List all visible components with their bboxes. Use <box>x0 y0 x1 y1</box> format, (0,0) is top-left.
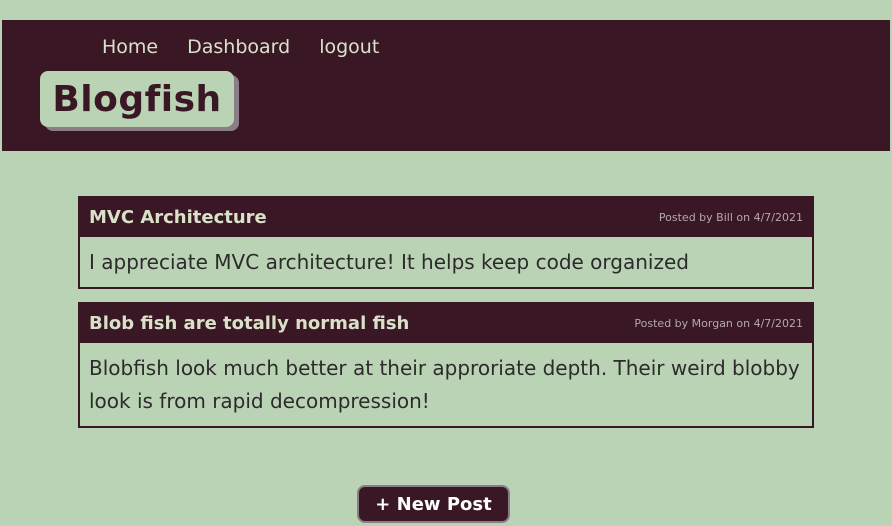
nav-dashboard-link[interactable]: Dashboard <box>187 34 290 60</box>
post-body: Blobfish look much better at their appro… <box>89 356 800 413</box>
new-post-button[interactable]: + New Post <box>357 485 510 523</box>
site-title: Blogfish <box>52 78 222 120</box>
brand-logo-box: Blogfish <box>40 71 234 127</box>
post-header: Blob fish are totally normal fish Posted… <box>80 304 812 343</box>
nav-logout-link[interactable]: logout <box>319 34 379 60</box>
post-card[interactable]: MVC Architecture Posted by Bill on 4/7/2… <box>78 196 814 289</box>
post-title[interactable]: Blob fish are totally normal fish <box>89 313 409 334</box>
post-card[interactable]: Blob fish are totally normal fish Posted… <box>78 302 814 428</box>
site-header: Home Dashboard logout Blogfish <box>2 20 890 151</box>
post-header: MVC Architecture Posted by Bill on 4/7/2… <box>80 198 812 237</box>
post-title[interactable]: MVC Architecture <box>89 207 267 228</box>
post-meta: Posted by Bill on 4/7/2021 <box>658 211 803 224</box>
post-list: MVC Architecture Posted by Bill on 4/7/2… <box>78 196 814 441</box>
nav-home-link[interactable]: Home <box>102 34 158 60</box>
page: Home Dashboard logout Blogfish MVC Archi… <box>0 0 892 526</box>
post-body: I appreciate MVC architecture! It helps … <box>89 250 689 274</box>
post-meta: Posted by Morgan on 4/7/2021 <box>634 317 803 330</box>
main-nav: Home Dashboard logout <box>102 34 408 60</box>
